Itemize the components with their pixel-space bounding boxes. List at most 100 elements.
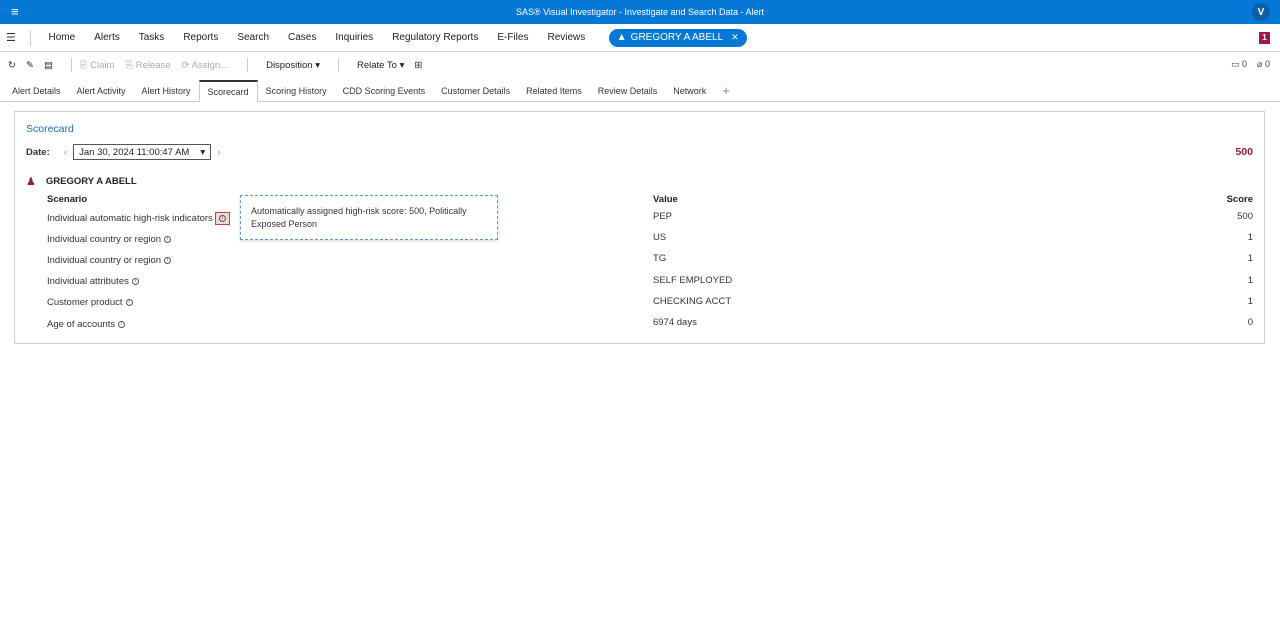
score-cell: 1 (1247, 275, 1253, 286)
relate-to-label: Relate To (356, 59, 397, 71)
relate-to-dropdown[interactable]: Relate To ▾ (357, 60, 404, 71)
nav-home[interactable]: Home (39, 32, 85, 43)
title-bar: ≡ SAS® Visual Investigator - Investigate… (0, 0, 1280, 24)
tab-network[interactable]: Network (665, 86, 714, 101)
value-cell: CHECKING ACCT (653, 296, 732, 307)
info-circle-icon: i (218, 214, 226, 222)
scorecard-title: Scorecard (26, 123, 74, 135)
table-row: Customer product i (47, 297, 133, 308)
value-cell: PEP (653, 211, 673, 222)
info-icon[interactable]: i (131, 277, 139, 285)
scenario-cell: Individual country or region (47, 255, 162, 266)
table-row: Individual country or region i (47, 255, 172, 266)
nav-divider (30, 29, 31, 46)
open-alert-label: GREGORY A ABELL (630, 32, 724, 43)
chevron-down-icon: ▾ (200, 146, 206, 158)
table-row: Individual automatic high-risk indicator… (47, 212, 230, 225)
comment-icon[interactable]: ▭ (1231, 59, 1240, 69)
scenario-cell: Customer product (47, 297, 123, 308)
score-cell: 1 (1247, 296, 1253, 307)
info-icon[interactable]: i (164, 235, 172, 243)
claim-label: Claim (90, 59, 115, 71)
close-icon[interactable]: ✕ (731, 32, 739, 43)
chevron-down-icon: ▾ (315, 59, 320, 71)
nav-tasks[interactable]: Tasks (129, 32, 174, 43)
window-title: SAS® Visual Investigator - Investigate a… (515, 7, 765, 17)
tab-alert-details[interactable]: Alert Details (4, 86, 69, 101)
value-cell: 6974 days (653, 317, 697, 328)
info-icon[interactable]: i (118, 320, 126, 328)
chevron-left-icon[interactable]: ‹ (64, 147, 67, 158)
info-icon[interactable]: i (214, 212, 230, 225)
person-icon: ♟ (26, 176, 36, 188)
value-header: Value (653, 194, 678, 205)
toolbar-divider (247, 58, 249, 72)
disposition-dropdown[interactable]: Disposition ▾ (266, 60, 320, 71)
list-menu-icon[interactable]: ☰ (6, 31, 26, 44)
scenario-cell: Individual country or region (47, 234, 162, 245)
toolbar-divider (70, 58, 72, 72)
grid-icon[interactable]: ⊞ (414, 60, 422, 71)
claim-button[interactable]: ⎘ Claim (80, 60, 115, 71)
chevron-down-icon: ▾ (399, 59, 405, 71)
save-icon[interactable]: ▤ (44, 60, 53, 71)
assign-button[interactable]: ⟳ Assign... (182, 60, 229, 71)
nav-search[interactable]: Search (228, 32, 279, 43)
edit-icon[interactable]: ✎ (26, 60, 34, 71)
nav-reports[interactable]: Reports (174, 32, 228, 43)
total-score: 500 (1235, 146, 1253, 158)
tab-scoring-history[interactable]: Scoring History (258, 86, 335, 101)
date-value: Jan 30, 2024 11:00:47 AM (79, 146, 190, 158)
tab-cdd-scoring-events[interactable]: CDD Scoring Events (335, 86, 434, 101)
chevron-right-icon[interactable]: › (217, 147, 220, 158)
nav-alerts[interactable]: Alerts (85, 32, 130, 43)
user-avatar[interactable]: V (1252, 3, 1270, 21)
tab-scorecard[interactable]: Scorecard (198, 80, 258, 102)
warning-icon: ▲ (616, 32, 627, 43)
nav-reviews[interactable]: Reviews (538, 32, 595, 43)
person-name: GREGORY A ABELL (45, 176, 137, 187)
value-cell: TG (653, 253, 667, 264)
score-cell: 1 (1247, 232, 1253, 243)
date-selector-row: Date: ‹ Jan 30, 2024 11:00:47 AM ▾ › (26, 144, 226, 160)
scenario-cell: Age of accounts (47, 319, 116, 330)
score-cell: 500 (1237, 211, 1253, 222)
alert-tabs: Alert Details Alert Activity Alert Histo… (0, 78, 1280, 102)
info-tooltip: Automatically assigned high-risk score: … (240, 195, 498, 240)
tab-alert-activity[interactable]: Alert Activity (69, 86, 134, 101)
paperclip-icon[interactable]: ⌀ (1257, 59, 1262, 69)
score-cell: 0 (1247, 317, 1253, 328)
counts-area: ▭ 0 ⌀ 0 (1231, 59, 1270, 70)
date-select[interactable]: Jan 30, 2024 11:00:47 AM ▾ (73, 144, 212, 160)
table-row: Age of accounts i (47, 319, 126, 330)
alert-toolbar: ↻ ✎ ▤ ⎘ Claim ⎘ Release ⟳ Assign... Disp… (0, 52, 1280, 78)
nav-regulatory-reports[interactable]: Regulatory Reports (383, 32, 488, 43)
info-icon[interactable]: i (164, 256, 172, 264)
nav-inquiries[interactable]: Inquiries (326, 32, 383, 43)
scenario-header: Scenario (47, 194, 88, 205)
release-label: Release (135, 59, 171, 71)
score-header: Score (1226, 194, 1253, 205)
nav-cases[interactable]: Cases (279, 32, 326, 43)
value-cell: SELF EMPLOYED (653, 275, 733, 286)
nav-e-files[interactable]: E-Files (488, 32, 538, 43)
open-alert-tab[interactable]: ▲ GREGORY A ABELL ✕ (608, 28, 747, 47)
table-row: Individual country or region i (47, 234, 172, 245)
avatar-initial: V (1257, 6, 1265, 18)
info-icon[interactable]: i (125, 298, 133, 306)
notification-badge[interactable]: 1 (1259, 32, 1270, 44)
main-nav: ☰ Home Alerts Tasks Reports Search Cases… (0, 24, 1280, 52)
comments-count: 0 (1242, 59, 1248, 69)
tab-customer-details[interactable]: Customer Details (433, 86, 518, 101)
tab-alert-history[interactable]: Alert History (134, 86, 199, 101)
release-button[interactable]: ⎘ Release (125, 60, 170, 71)
score-cell: 1 (1247, 253, 1253, 264)
disposition-label: Disposition (266, 59, 313, 71)
tab-review-details[interactable]: Review Details (590, 86, 666, 101)
add-tab-icon[interactable]: + (714, 83, 738, 101)
tab-related-items[interactable]: Related Items (518, 86, 590, 101)
refresh-icon[interactable]: ↻ (8, 60, 16, 71)
hamburger-menu-icon[interactable]: ≡ (11, 5, 19, 18)
toolbar-divider (337, 58, 339, 72)
scenario-cell: Individual automatic high-risk indicator… (47, 213, 213, 225)
